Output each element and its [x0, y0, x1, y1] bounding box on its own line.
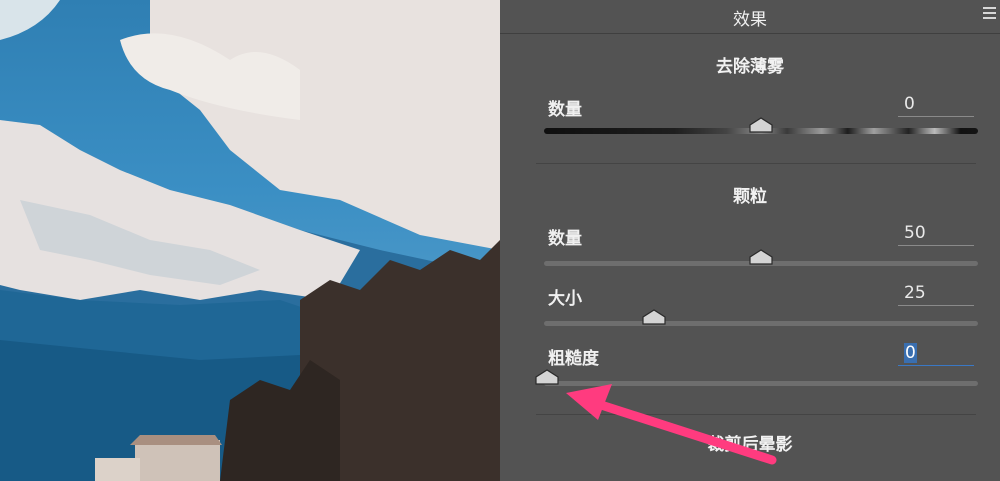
grain-size-label: 大小 — [548, 289, 582, 309]
section-divider — [536, 414, 976, 415]
grain-roughness-value: 0 — [904, 343, 917, 363]
grain-size-slider-track[interactable] — [544, 321, 978, 326]
dehaze-amount-input[interactable]: 0 — [898, 93, 974, 117]
mountain-landscape-image — [0, 0, 500, 481]
grain-roughness-label: 粗糙度 — [548, 349, 599, 369]
section-title-dehaze: 去除薄雾 — [716, 57, 784, 77]
grain-roughness-slider-track[interactable] — [544, 381, 978, 386]
grain-amount-label: 数量 — [548, 229, 582, 249]
section-title-grain: 颗粒 — [733, 187, 767, 207]
section-divider — [536, 163, 976, 164]
panel-title: 效果 — [733, 10, 767, 30]
effects-panel: 效果 去除薄雾 数量 0 颗粒 数量 50 大小 25 粗糙度 0 裁剪后晕影 — [500, 0, 1000, 481]
dehaze-amount-value: 0 — [904, 94, 915, 114]
dehaze-amount-label: 数量 — [548, 100, 582, 120]
hamburger-menu-icon[interactable] — [983, 7, 996, 19]
grain-size-value: 25 — [904, 283, 926, 303]
photo-preview — [0, 0, 500, 481]
panel-header: 效果 — [500, 0, 1000, 34]
grain-roughness-input[interactable]: 0 — [898, 342, 974, 366]
grain-amount-value: 50 — [904, 223, 926, 243]
grain-size-input[interactable]: 25 — [898, 282, 974, 306]
grain-amount-input[interactable]: 50 — [898, 222, 974, 246]
section-title-vignette[interactable]: 裁剪后晕影 — [500, 430, 1000, 455]
